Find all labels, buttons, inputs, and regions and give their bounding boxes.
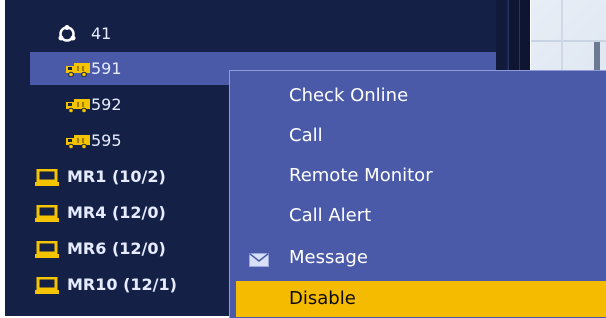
envelope-icon bbox=[249, 251, 269, 272]
laptop-icon bbox=[35, 168, 59, 190]
menu-item-message[interactable]: Message bbox=[230, 240, 606, 276]
truck-icon bbox=[66, 62, 90, 81]
menu-item-call[interactable]: Call bbox=[230, 118, 606, 154]
context-menu: Check Online Call Remote Monitor Call Al… bbox=[229, 70, 606, 318]
menu-item-check-online[interactable]: Check Online bbox=[230, 78, 606, 114]
tree-item-label: MR10 (12/1) bbox=[67, 275, 177, 294]
tree-item-label: 595 bbox=[91, 131, 122, 150]
menu-item-call-alert[interactable]: Call Alert bbox=[230, 198, 606, 234]
tree-item-label: MR4 (12/0) bbox=[67, 203, 166, 222]
tree-item-41[interactable]: 41 bbox=[5, 17, 497, 50]
tree-item-label: MR6 (12/0) bbox=[67, 239, 166, 258]
map-feature bbox=[594, 42, 600, 70]
laptop-icon bbox=[35, 204, 59, 226]
laptop-icon bbox=[35, 240, 59, 262]
menu-item-disable[interactable]: Disable bbox=[236, 281, 606, 317]
menu-item-remote-monitor[interactable]: Remote Monitor bbox=[230, 158, 606, 194]
truck-icon bbox=[66, 98, 90, 117]
tree-item-label: MR1 (10/2) bbox=[67, 167, 166, 186]
laptop-icon bbox=[35, 276, 59, 298]
group-icon bbox=[58, 25, 76, 46]
tree-item-label: 591 bbox=[91, 59, 122, 78]
truck-icon bbox=[66, 134, 90, 153]
tree-item-label: 592 bbox=[91, 95, 122, 114]
tree-item-label: 41 bbox=[91, 24, 112, 43]
